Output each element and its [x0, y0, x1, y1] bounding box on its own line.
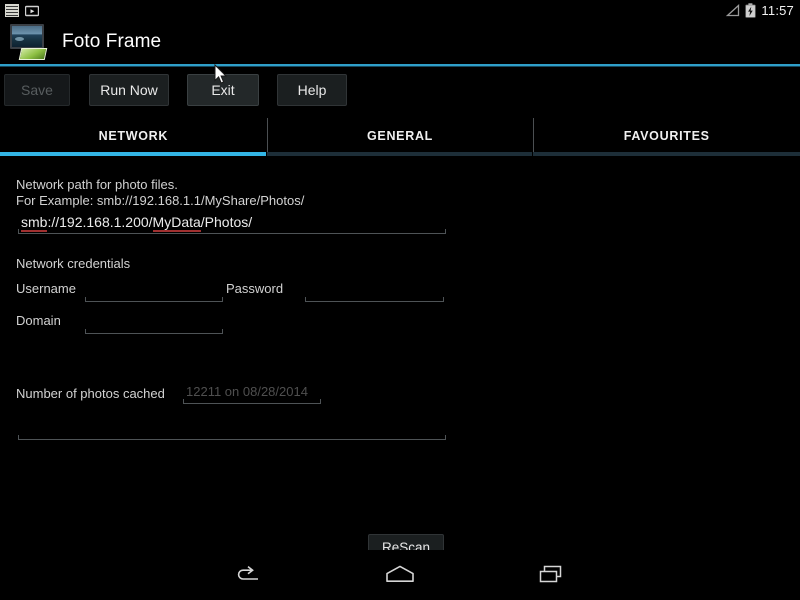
password-input-wrap — [305, 280, 444, 302]
video-play-icon — [25, 4, 39, 17]
recents-icon[interactable] — [529, 558, 575, 592]
photos-cached-value: 12211 on 08/28/2014 — [183, 383, 321, 404]
network-path-host: ://192.168.1.200/ — [47, 214, 153, 230]
password-input[interactable] — [305, 281, 444, 302]
android-screen: 11:57 Foto Frame Save Run Now Exit Help … — [0, 0, 800, 600]
tab-favourites[interactable]: FAVOURITES — [533, 116, 800, 156]
bottom-input-wrap — [18, 418, 446, 440]
network-path-heading: Network path for photo files. — [16, 177, 178, 192]
network-path-tail: /Photos/ — [200, 214, 253, 230]
app-header: Foto Frame — [0, 20, 800, 64]
tab-indicator-row — [0, 152, 800, 156]
foto-frame-app-icon — [6, 23, 50, 61]
photos-cached-label: Number of photos cached — [16, 386, 165, 401]
header-accent-rule-shadow — [0, 66, 800, 67]
battery-charging-icon — [745, 2, 757, 18]
back-icon[interactable] — [225, 558, 271, 592]
network-credentials-heading: Network credentials — [16, 256, 131, 271]
home-icon[interactable] — [377, 558, 423, 592]
username-label: Username — [16, 281, 76, 296]
status-bar: 11:57 — [0, 0, 800, 20]
tab-general[interactable]: GENERAL — [266, 116, 534, 156]
network-path-example: For Example: smb://192.168.1.1/MyShare/P… — [16, 193, 305, 208]
android-navigation-bar — [0, 550, 800, 600]
tab-indicator-network — [0, 152, 266, 156]
signal-triangle-icon — [725, 3, 740, 17]
network-path-misspelled-share: MyData — [152, 214, 201, 230]
network-path-input-wrap: smb://192.168.1.200/MyData/Photos/ — [18, 212, 446, 234]
bottom-input[interactable] — [18, 419, 446, 440]
help-button[interactable]: Help — [277, 74, 347, 106]
photos-cached-value-wrap: 12211 on 08/28/2014 — [183, 382, 321, 404]
status-bar-clock: 11:57 — [761, 2, 794, 18]
network-path-misspelled-scheme: smb — [21, 214, 48, 230]
app-title: Foto Frame — [62, 31, 162, 52]
domain-input-wrap — [85, 312, 223, 334]
tab-indicator-favourites — [533, 152, 800, 156]
network-tab-panel: Network path for photo files. For Exampl… — [0, 160, 800, 561]
status-bar-notifications — [0, 3, 39, 17]
tab-network[interactable]: NETWORK — [0, 116, 267, 156]
tab-indicator-general — [267, 152, 532, 156]
action-button-row: Save Run Now Exit Help — [0, 74, 800, 110]
network-path-input[interactable]: smb://192.168.1.200/MyData/Photos/ — [18, 213, 446, 234]
username-input[interactable] — [85, 281, 223, 302]
username-input-wrap — [85, 280, 223, 302]
news-app-icon — [5, 3, 19, 17]
password-label: Password — [226, 281, 284, 296]
status-bar-system-icons: 11:57 — [725, 3, 794, 18]
save-button[interactable]: Save — [4, 74, 70, 106]
tab-bar: NETWORK GENERAL FAVOURITES — [0, 116, 800, 156]
domain-input[interactable] — [85, 313, 223, 334]
exit-button[interactable]: Exit — [187, 74, 259, 106]
run-now-button[interactable]: Run Now — [89, 74, 169, 106]
domain-label: Domain — [16, 313, 61, 328]
